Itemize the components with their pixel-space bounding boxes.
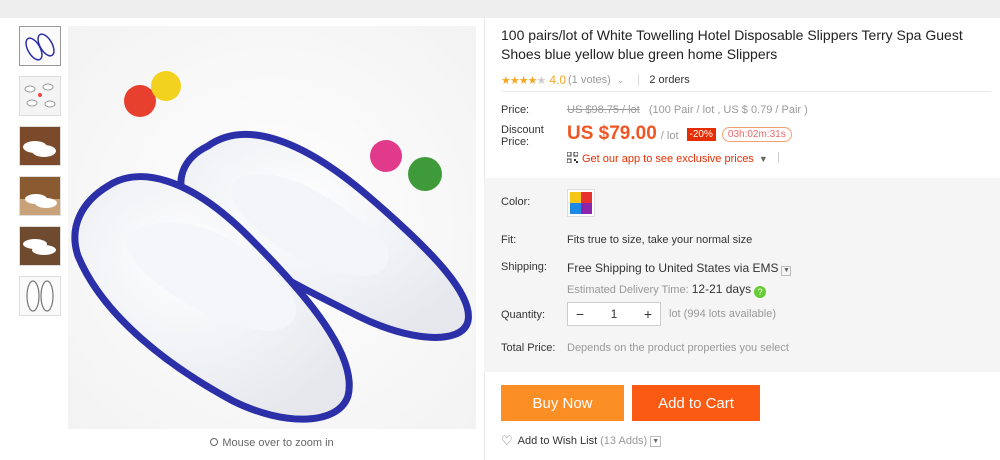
color-swatch-multicolor[interactable] bbox=[567, 189, 595, 217]
discount-unit: / lot bbox=[660, 130, 679, 142]
thumbnail-1[interactable] bbox=[19, 26, 61, 66]
total-value: Depends on the product properties you se… bbox=[567, 342, 789, 354]
color-label: Color: bbox=[501, 196, 531, 208]
add-to-wishlist-link[interactable]: Add to Wish List bbox=[518, 435, 597, 447]
qr-code-icon bbox=[567, 152, 578, 163]
help-icon[interactable]: ? bbox=[754, 286, 767, 298]
shipping-row: Shipping: Free Shipping to United States… bbox=[501, 261, 991, 298]
fit-label: Fit: bbox=[501, 234, 517, 246]
color-row: Color: bbox=[501, 189, 991, 219]
chevron-down-icon[interactable]: ⌄ bbox=[617, 75, 625, 86]
shipping-values: Free Shipping to United States via EMS ▼ … bbox=[567, 261, 792, 298]
delivery-label: Estimated Delivery Time: bbox=[567, 284, 689, 296]
rating-votes[interactable]: (1 votes) bbox=[568, 74, 611, 86]
app-promo[interactable]: Get our app to see exclusive prices ▼ bbox=[567, 152, 779, 165]
fit-row: Fit: Fits true to size, take your normal… bbox=[501, 234, 991, 248]
quantity-input[interactable] bbox=[592, 303, 636, 325]
zoom-hint-text: Mouse over to zoom in bbox=[222, 437, 334, 449]
quantity-stepper: − + bbox=[567, 302, 661, 326]
thumbnail-2[interactable] bbox=[19, 76, 61, 116]
thumbnail-4[interactable] bbox=[19, 176, 61, 216]
wishlist-count: (13 Adds) bbox=[600, 435, 648, 447]
quantity-controls: − + lot (994 lots available) bbox=[567, 302, 776, 326]
fit-value: Fits true to size, take your normal size bbox=[567, 234, 753, 246]
increase-quantity-button[interactable]: + bbox=[636, 303, 660, 325]
shipping-destination[interactable]: United States via EMS bbox=[658, 261, 778, 275]
rating-score[interactable]: 4.0 bbox=[549, 73, 566, 87]
quantity-availability: lot (994 lots available) bbox=[669, 308, 777, 320]
wishlist-row[interactable]: ♡ Add to Wish List (13 Adds) ▼ bbox=[501, 433, 662, 449]
chevron-down-icon[interactable]: ▼ bbox=[650, 435, 662, 447]
magnifier-icon bbox=[210, 438, 219, 446]
top-strip bbox=[0, 0, 1000, 18]
heart-icon[interactable]: ♡ bbox=[501, 433, 513, 449]
separator bbox=[638, 74, 640, 86]
quantity-row: Quantity: − + lot (994 lots available) bbox=[501, 302, 991, 328]
divider bbox=[501, 91, 991, 92]
app-promo-row: Get our app to see exclusive prices ▼ bbox=[501, 152, 991, 166]
original-price: US $98.75 / lot bbox=[567, 104, 640, 116]
discount-badge: -20% bbox=[686, 128, 716, 141]
thumbnail-6[interactable] bbox=[19, 276, 61, 316]
slippers-illustration bbox=[68, 26, 476, 429]
decrease-quantity-button[interactable]: − bbox=[568, 303, 592, 325]
countdown-timer: 03h:02m:31s bbox=[721, 127, 792, 142]
app-promo-link[interactable]: Get our app to see exclusive prices bbox=[582, 153, 754, 165]
multicolor-swatch-icon bbox=[570, 192, 592, 214]
price-row: Price: US $98.75 / lot (100 Pair / lot ,… bbox=[501, 104, 991, 118]
shipping-label: Shipping: bbox=[501, 261, 547, 273]
total-label: Total Price: bbox=[501, 342, 556, 354]
product-info: 100 pairs/lot of White Towelling Hotel D… bbox=[501, 26, 991, 88]
free-shipping-text: Free Shipping to bbox=[567, 261, 656, 275]
chevron-down-icon[interactable]: ▼ bbox=[781, 266, 792, 276]
rating-stars[interactable]: ★★★★★ bbox=[501, 74, 546, 87]
per-unit-price: (100 Pair / lot , US $ 0.79 / Pair ) bbox=[648, 104, 808, 116]
delivery-time: 12-21 days bbox=[691, 282, 752, 296]
discount-values: US $79.00/ lot -20% 03h:02m:31s bbox=[567, 123, 792, 145]
zoom-hint: Mouse over to zoom in bbox=[68, 437, 476, 449]
thumbnail-5[interactable] bbox=[19, 226, 61, 266]
rating-row: ★★★★★ 4.0 (1 votes) ⌄ 2 orders bbox=[501, 72, 991, 88]
buy-now-button[interactable]: Buy Now bbox=[501, 385, 624, 421]
main-product-image[interactable] bbox=[68, 26, 476, 429]
orders-count: 2 orders bbox=[649, 74, 690, 86]
color-options bbox=[567, 189, 595, 217]
price-label: Price: bbox=[501, 104, 530, 116]
price-values: US $98.75 / lot (100 Pair / lot , US $ 0… bbox=[567, 104, 808, 116]
thumbnail-list bbox=[19, 26, 62, 326]
total-row: Total Price: Depends on the product prop… bbox=[501, 342, 991, 356]
quantity-label: Quantity: bbox=[501, 309, 546, 321]
caret-down-icon[interactable]: ▼ bbox=[759, 154, 768, 164]
separator bbox=[777, 152, 779, 163]
product-title: 100 pairs/lot of White Towelling Hotel D… bbox=[501, 27, 963, 62]
add-to-cart-button[interactable]: Add to Cart bbox=[632, 385, 760, 421]
discount-row: Discount Price: US $79.00/ lot -20% 03h:02… bbox=[501, 123, 991, 149]
thumbnail-3[interactable] bbox=[19, 126, 61, 166]
discount-price: US $79.00 bbox=[567, 123, 657, 144]
discount-label: Discount Price: bbox=[501, 124, 544, 148]
